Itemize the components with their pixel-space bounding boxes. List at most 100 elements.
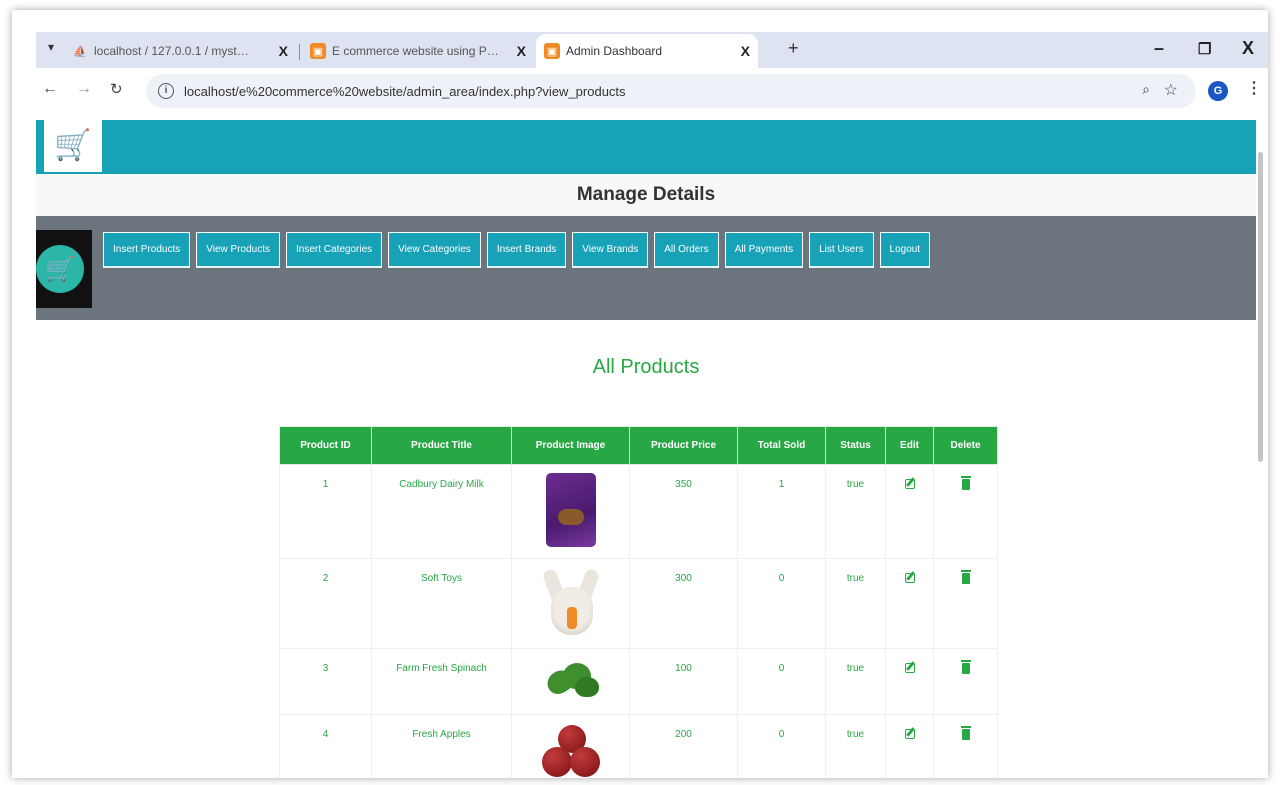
status: true (825, 648, 886, 715)
trash-icon[interactable] (960, 726, 971, 740)
admin-nav-panel: 🛒 Insert Products View Products Insert C… (36, 216, 1256, 320)
view-categories-button[interactable]: View Categories (388, 232, 481, 268)
edit-icon[interactable] (904, 729, 915, 739)
product-id: 1 (279, 464, 372, 559)
column-header: Delete (933, 426, 998, 465)
site-logo[interactable]: 🛒 (44, 120, 102, 172)
all-orders-button[interactable]: All Orders (654, 232, 719, 268)
reload-icon[interactable]: ↻ (110, 80, 123, 98)
maximize-button[interactable]: ❐ (1198, 40, 1211, 58)
delete-cell (933, 464, 998, 559)
page-scrollbar[interactable] (1258, 128, 1264, 778)
all-payments-button[interactable]: All Payments (724, 232, 804, 268)
product-image-cell (511, 714, 630, 778)
edit-cell (885, 714, 934, 778)
tab-close-icon[interactable]: X (741, 43, 750, 59)
manage-details-heading: Manage Details (36, 174, 1256, 216)
product-image (541, 567, 600, 637)
trash-icon[interactable] (960, 570, 971, 584)
info-icon[interactable]: i (158, 83, 174, 99)
column-header: Edit (885, 426, 934, 465)
cart-avatar-icon: 🛒 (36, 245, 84, 293)
total-sold: 0 (737, 558, 826, 649)
edit-cell (885, 558, 934, 649)
tab-close-icon[interactable]: X (279, 43, 288, 59)
product-price: 200 (629, 714, 738, 778)
site-header: 🛒 (36, 120, 1256, 174)
minimize-button[interactable]: – (1154, 38, 1164, 59)
product-image-cell (511, 464, 630, 559)
tab-search-icon[interactable]: ▾ (42, 40, 60, 54)
table-row: 2 Soft Toys 300 0 true (279, 558, 998, 649)
screenshot-frame: ▾ ⛵ localhost / 127.0.0.1 / mystore / X … (12, 10, 1268, 778)
phpmyadmin-favicon-icon: ⛵ (73, 45, 87, 58)
total-sold: 0 (737, 714, 826, 778)
tab-close-icon[interactable]: X (517, 43, 526, 59)
delete-cell (933, 648, 998, 715)
trash-icon[interactable] (960, 476, 971, 490)
table-row: 1 Cadbury Dairy Milk 350 1 true (279, 464, 998, 559)
all-products-heading: All Products (592, 356, 700, 378)
product-title: Farm Fresh Spinach (371, 648, 512, 715)
cart-logo-icon: 🛒 (54, 129, 92, 162)
column-header: Product Title (371, 426, 512, 465)
column-header: Product Image (511, 426, 630, 465)
product-id: 4 (279, 714, 372, 778)
product-id: 2 (279, 558, 372, 649)
trash-icon[interactable] (960, 660, 971, 674)
window-close-button[interactable]: X (1242, 38, 1254, 59)
back-icon[interactable]: ← (42, 80, 58, 98)
forward-icon[interactable]: → (76, 80, 92, 98)
new-tab-button[interactable]: + (788, 38, 799, 59)
status: true (825, 714, 886, 778)
url-text: localhost/e%20commerce%20website/admin_a… (184, 83, 626, 99)
product-id: 3 (279, 648, 372, 715)
product-image-cell (511, 648, 630, 715)
column-header: Total Sold (737, 426, 826, 465)
delete-cell (933, 558, 998, 649)
tab-title: E commerce website using PHP (332, 44, 502, 58)
profile-avatar[interactable]: G (1208, 81, 1228, 101)
table-row: 4 Fresh Apples 200 0 true (279, 714, 998, 778)
page-viewport: 🛒 Manage Details 🛒 Insert Products View … (36, 114, 1256, 778)
product-image (540, 725, 602, 777)
admin-avatar: 🛒 (36, 230, 92, 308)
column-header: Product Price (629, 426, 738, 465)
edit-cell (885, 464, 934, 559)
status: true (825, 558, 886, 649)
product-title: Cadbury Dairy Milk (371, 464, 512, 559)
zoom-icon[interactable]: ⌕ (1142, 81, 1150, 98)
admin-nav-buttons: Insert Products View Products Insert Cat… (103, 232, 931, 268)
insert-brands-button[interactable]: Insert Brands (486, 232, 567, 268)
tab-ecommerce[interactable]: ▣ E commerce website using PHP X (302, 34, 534, 68)
product-price: 100 (629, 648, 738, 715)
edit-icon[interactable] (904, 573, 915, 583)
table-row: 3 Farm Fresh Spinach 100 0 true (279, 648, 998, 715)
address-bar[interactable]: i localhost/e%20commerce%20website/admin… (146, 74, 1196, 108)
list-users-button[interactable]: List Users (809, 232, 874, 268)
product-price: 300 (629, 558, 738, 649)
edit-cell (885, 648, 934, 715)
site-favicon-icon: ▣ (310, 43, 326, 59)
tab-strip: ▾ ⛵ localhost / 127.0.0.1 / mystore / X … (36, 32, 1268, 68)
view-brands-button[interactable]: View Brands (572, 232, 649, 268)
edit-icon[interactable] (904, 479, 915, 489)
product-title: Soft Toys (371, 558, 512, 649)
tab-phpmyadmin[interactable]: ⛵ localhost / 127.0.0.1 / mystore / X (64, 34, 296, 68)
total-sold: 0 (737, 648, 826, 715)
star-icon[interactable]: ☆ (1164, 80, 1178, 100)
product-image (545, 473, 596, 547)
browser-toolbar: ← → ↻ i localhost/e%20commerce%20website… (36, 68, 1268, 114)
menu-kebab-icon[interactable]: ⋮ (1246, 78, 1262, 98)
scrollbar-thumb[interactable] (1258, 152, 1263, 462)
tab-title: Admin Dashboard (566, 44, 663, 58)
product-price: 350 (629, 464, 738, 559)
products-table: Product ID Product Title Product Image P… (279, 426, 998, 778)
insert-products-button[interactable]: Insert Products (103, 232, 191, 268)
product-image (541, 659, 601, 703)
tab-admin-dashboard[interactable]: ▣ Admin Dashboard X (536, 34, 758, 68)
insert-categories-button[interactable]: Insert Categories (286, 232, 383, 268)
logout-button[interactable]: Logout (879, 232, 931, 268)
edit-icon[interactable] (904, 663, 915, 673)
view-products-button[interactable]: View Products (196, 232, 281, 268)
